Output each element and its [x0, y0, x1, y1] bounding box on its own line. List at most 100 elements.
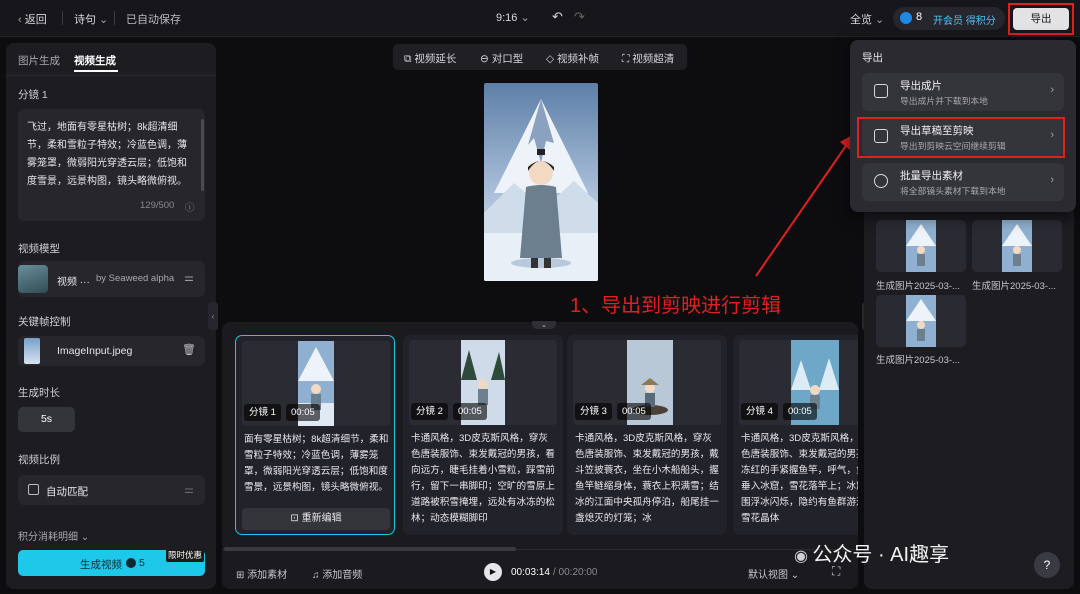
duration-option-5s[interactable]: 5s	[18, 407, 75, 432]
storyboard-card-3[interactable]: 分镜 3 00:05 卡通风格，3D皮克斯风格，穿灰色唐装服饰、束发戴冠的男孩，…	[567, 335, 727, 535]
save-status: 已自动保存	[126, 14, 181, 26]
scrollbar[interactable]	[201, 119, 204, 191]
batch-export-item[interactable]: 批量导出素材 将全部镜头素材下载到本地 ›	[862, 163, 1064, 201]
info-icon: ⓘ	[185, 203, 195, 214]
prompt-textarea[interactable]: 飞过，地面有零星枯树；8k超清细节，柔和雪粒子特效；冷蓝色调，薄雾笼罩，微弱阳光…	[18, 109, 205, 221]
model-selector[interactable]: 视频 ··· by Seaweed alpha ⚌	[18, 261, 205, 297]
tool-frame-interp[interactable]: ◇ 视频补帧	[546, 51, 599, 66]
undo-icon[interactable]: ↶	[552, 9, 563, 25]
re-edit-button[interactable]: ⊡ 重新编辑	[242, 508, 390, 530]
member-link[interactable]: 开会员 得积分	[933, 12, 996, 27]
prompt-text: 飞过，地面有零星枯树；8k超清细节，柔和雪粒子特效；冷蓝色调，薄雾笼罩，微弱阳光…	[27, 122, 187, 187]
back-button[interactable]: ‹ 返回	[18, 11, 47, 27]
promo-badge: 限时优惠	[166, 549, 204, 562]
keyframe-filename: ImageInput.jpeg	[57, 345, 133, 357]
ratio-selector[interactable]: 自动匹配 ⚌	[18, 475, 205, 505]
current-time: 00:03:14	[511, 567, 550, 578]
zoom-dropdown[interactable]: 全览 ⌄	[850, 11, 884, 27]
keyframe-file-row[interactable]: ImageInput.jpeg 🗑	[18, 336, 205, 366]
credit-coin-icon	[126, 558, 136, 568]
settings-sliders-icon[interactable]: ⚌	[184, 271, 194, 284]
upscale-icon: ⛶	[622, 53, 633, 65]
model-thumbnail	[18, 265, 48, 293]
redo-icon[interactable]: ↷	[574, 9, 585, 25]
horizontal-scrollbar[interactable]	[224, 547, 516, 551]
credits-pill[interactable]: 8 开会员 得积分	[893, 7, 1005, 30]
music-note-icon: ♫	[312, 570, 323, 581]
tab-active-indicator	[74, 70, 118, 72]
interp-icon: ◇	[546, 53, 557, 65]
play-icon: ▶	[489, 567, 497, 576]
chevron-right-icon: ›	[1050, 174, 1054, 186]
export-file-icon	[874, 84, 888, 98]
card-duration: 00:05	[617, 403, 651, 420]
divider	[114, 11, 115, 25]
trash-icon[interactable]: 🗑	[182, 343, 196, 356]
collapse-left-handle[interactable]: ‹	[208, 302, 218, 330]
video-preview[interactable]	[484, 83, 598, 281]
play-button[interactable]: ▶	[484, 563, 502, 581]
total-time: / 00:20:00	[553, 567, 598, 578]
edit-icon: ⊡	[290, 513, 302, 524]
card-shot-label: 分镜 4	[741, 403, 778, 420]
storyboard-card-1[interactable]: 分镜 1 00:05 面有零星枯树；8k超清细节，柔和雪粒子特效；冷蓝色调，薄雾…	[235, 335, 395, 535]
export-video-item[interactable]: 导出成片 导出成片并下载到本地 ›	[862, 73, 1064, 111]
export-button[interactable]: 导出	[1013, 8, 1069, 30]
watermark: ◉ 公众号 · AI趣享	[794, 544, 950, 566]
storyboard-card-2[interactable]: 分镜 2 00:05 卡通风格，3D皮克斯风格，穿灰色唐装服饰、束发戴冠的男孩，…	[403, 335, 563, 535]
tool-video-extend[interactable]: ⧉ 视频延长	[404, 51, 456, 66]
project-name-dropdown[interactable]: 诗句 ⌄	[74, 11, 108, 27]
aspect-dropdown[interactable]: 9:16 ⌄	[496, 11, 530, 24]
card-duration: 00:05	[453, 403, 487, 420]
card-prompt-text: 卡通风格，3D皮克斯风格，穿灰色唐装服饰、束发戴冠的男孩，冻红的手紧握鱼竿，呼气…	[741, 433, 858, 524]
divider	[6, 75, 216, 76]
gallery-thumb-2[interactable]	[972, 220, 1062, 272]
settings-sliders-icon[interactable]: ⚌	[184, 483, 194, 496]
tool-video-upscale[interactable]: ⛶ 视频超清	[622, 51, 674, 66]
card-prompt-text: 卡通风格，3D皮克斯风格，穿灰色唐装服饰、束发戴冠的男孩，戴斗笠披蓑衣，坐在小木…	[575, 433, 719, 524]
ratio-section-label: 视频比例	[18, 454, 60, 466]
credit-detail-toggle[interactable]: 积分消耗明细 ⌄	[18, 528, 89, 543]
gallery-caption: 生成图片2025-03-...	[876, 281, 960, 292]
highlight-box	[857, 117, 1065, 158]
card-duration: 00:05	[286, 404, 320, 421]
top-bar: ‹ 返回 诗句 ⌄ 已自动保存 9:16 ⌄ ↶ ↷ 全览 ⌄ 8 开会员 得积…	[0, 0, 1080, 37]
tool-lip-sync[interactable]: ⊖ 对口型	[480, 51, 523, 66]
chevron-down-icon: ⌄	[96, 14, 109, 26]
help-button[interactable]: ?	[1034, 552, 1060, 578]
add-media-icon: ⊞	[236, 570, 248, 581]
chevron-right-icon: ›	[1050, 84, 1054, 96]
view-mode-dropdown[interactable]: 默认视图 ⌄	[748, 566, 799, 581]
timeline-collapse-handle[interactable]: ⌄	[532, 321, 556, 329]
annotation-arrow	[755, 134, 854, 277]
extend-icon: ⧉	[404, 53, 415, 65]
card-prompt-text: 卡通风格，3D皮克斯风格，穿灰色唐装服饰、束发戴冠的男孩，看向远方，睫毛挂着小雪…	[411, 433, 555, 524]
gallery-thumb-1[interactable]	[876, 220, 966, 272]
gallery-thumb-3[interactable]	[876, 295, 966, 347]
duration-section-label: 生成时长	[18, 387, 60, 399]
wechat-icon: ◉	[794, 548, 813, 565]
model-provider: by Seaweed alpha	[96, 273, 175, 284]
keyframe-thumbnail	[24, 338, 40, 364]
chevron-left-icon: ‹	[18, 14, 25, 26]
chevron-down-icon: ⌄	[517, 12, 530, 24]
shot-label: 分镜 1	[18, 89, 48, 101]
add-audio-button[interactable]: ♫ 添加音频	[312, 566, 362, 581]
video-tools-bar: ⧉ 视频延长 ⊖ 对口型 ◇ 视频补帧 ⛶ 视频超清	[393, 44, 687, 70]
keyframe-section-label: 关键帧控制	[18, 316, 71, 328]
prompt-char-count: 129/500	[140, 200, 175, 211]
add-material-button[interactable]: ⊞ 添加素材	[236, 566, 287, 581]
tab-image-generate[interactable]: 图片生成	[18, 53, 60, 68]
model-name: 视频 ···	[57, 277, 90, 288]
storyboard-card-4[interactable]: 分镜 4 00:05 卡通风格，3D皮克斯风格，穿灰色唐装服饰、束发戴冠的男孩，…	[733, 335, 858, 535]
ratio-value: 自动匹配	[46, 486, 88, 498]
left-panel: 图片生成 视频生成 分镜 1 飞过，地面有零星枯树；8k超清细节，柔和雪粒子特效…	[6, 43, 216, 589]
card-prompt-text: 面有零星枯树；8k超清细节，柔和雪粒子特效；冷蓝色调，薄雾笼罩，微弱阳光穿透云层…	[244, 434, 389, 493]
chevron-down-icon: ⌄	[872, 14, 885, 26]
credit-count: 8	[916, 11, 923, 23]
preview-scene	[484, 83, 598, 281]
tab-video-generate[interactable]: 视频生成	[74, 53, 116, 68]
batch-export-icon	[874, 174, 888, 188]
gallery-caption: 生成图片2025-03-...	[972, 281, 1056, 292]
model-section-label: 视频模型	[18, 243, 60, 255]
